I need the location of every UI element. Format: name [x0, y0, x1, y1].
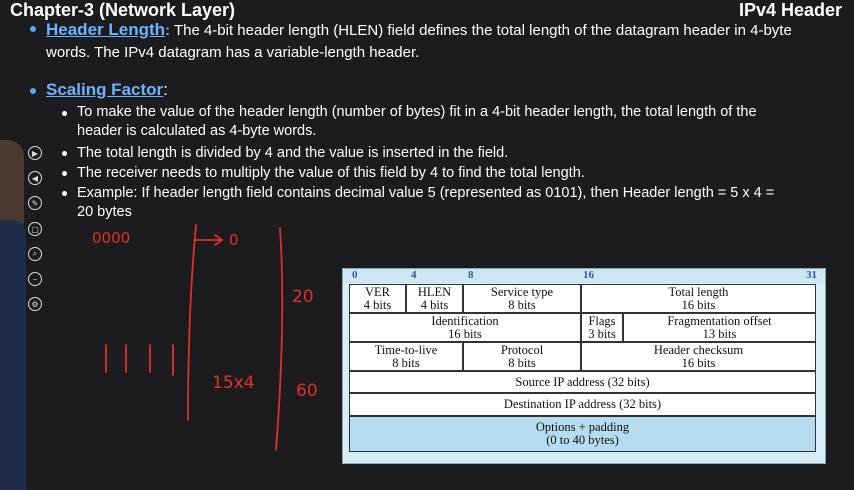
field-options-padding: Options + padding (0 to 40 bytes)	[349, 416, 816, 452]
annotation-zero: 0	[229, 231, 239, 249]
bit-ruler: 0 4 8 16 31	[343, 269, 825, 283]
field-time-to-live: Time-to-live 8 bits	[349, 342, 463, 371]
field-hlen: HLEN 4 bits	[406, 284, 463, 313]
annotation-zeros: 0000	[92, 229, 130, 247]
field-protocol: Protocol 8 bits	[463, 342, 581, 371]
field-source-ip: Source IP address (32 bits)	[349, 371, 816, 393]
annotation-20: 20	[292, 287, 314, 307]
field-total-length: Total length 16 bits	[581, 284, 816, 313]
field-header-checksum: Header checksum 16 bits	[581, 342, 816, 371]
annotation-60: 60	[296, 381, 318, 401]
field-destination-ip: Destination IP address (32 bits)	[349, 393, 816, 416]
field-service-type: Service type 8 bits	[463, 284, 581, 313]
field-identification: Identification 16 bits	[349, 313, 581, 342]
field-ver: VER 4 bits	[349, 284, 406, 313]
annotation-15x4: 15x4	[212, 373, 255, 393]
field-flags: Flags 3 bits	[581, 313, 623, 342]
field-fragmentation-offset: Fragmentation offset 13 bits	[623, 313, 816, 342]
ipv4-header-diagram: 0 4 8 16 31 VER 4 bits HLEN 4 bits Service…	[342, 268, 826, 464]
